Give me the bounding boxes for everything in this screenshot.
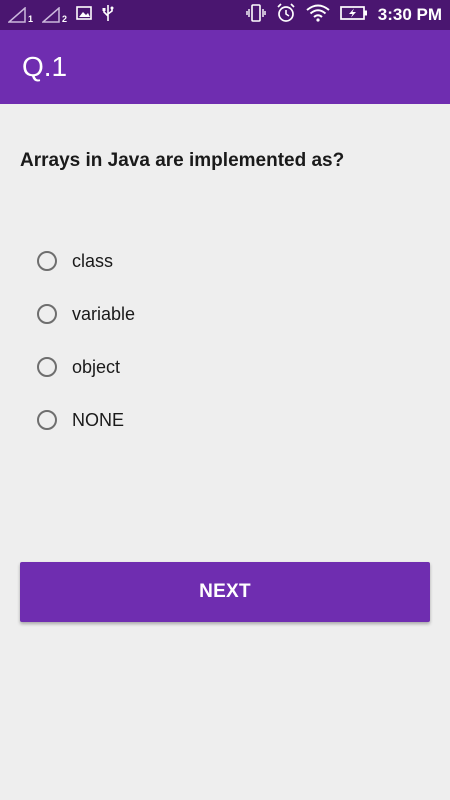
- option-label[interactable]: variable: [72, 304, 135, 325]
- page-title: Q.1: [22, 51, 68, 82]
- answer-options: class variable object NONE: [37, 226, 135, 455]
- option-label[interactable]: NONE: [72, 410, 124, 431]
- status-right-icons: 3:30 PM: [246, 2, 442, 28]
- sim2-label: 2: [62, 14, 68, 24]
- signal-sim2-icon: 2: [42, 5, 68, 25]
- usb-icon: [102, 4, 114, 27]
- alarm-icon: [276, 2, 296, 28]
- battery-charging-icon: [339, 5, 368, 26]
- status-bar: 1 2 3:30 PM: [0, 0, 450, 30]
- vibrate-icon: [246, 3, 266, 27]
- radio-icon[interactable]: [37, 410, 57, 430]
- wifi-icon: [306, 4, 330, 27]
- radio-icon[interactable]: [37, 251, 57, 271]
- image-icon: [76, 5, 92, 25]
- option-label[interactable]: class: [72, 251, 113, 272]
- option-label[interactable]: object: [72, 357, 120, 378]
- sim1-label: 1: [28, 14, 34, 24]
- status-time: 3:30 PM: [377, 5, 442, 24]
- status-left-icons: 1 2: [8, 4, 114, 27]
- app-bar: Q.1: [0, 30, 450, 104]
- signal-sim1-icon: 1: [8, 5, 34, 25]
- next-button[interactable]: NEXT: [20, 562, 430, 622]
- radio-icon[interactable]: [37, 304, 57, 324]
- question-text: Arrays in Java are implemented as?: [20, 150, 345, 171]
- radio-icon[interactable]: [37, 357, 57, 377]
- option-none[interactable]: NONE: [37, 385, 135, 455]
